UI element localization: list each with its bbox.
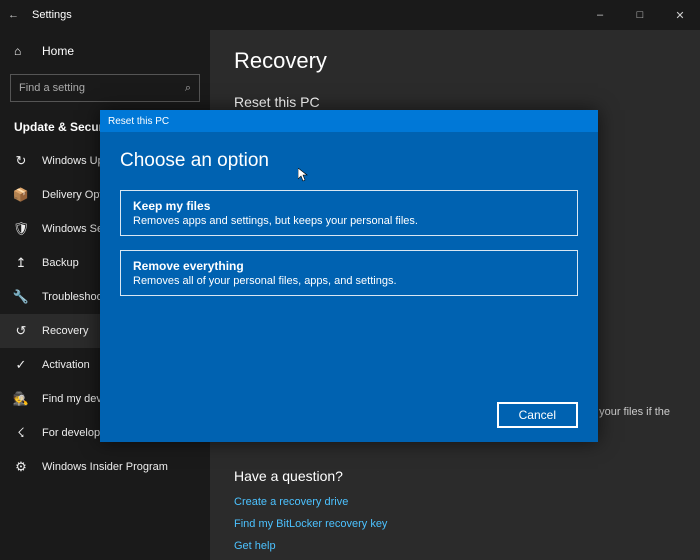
page-heading: Recovery (234, 48, 676, 74)
delivery-icon: 📦 (14, 187, 28, 203)
link-create-recovery-drive[interactable]: Create a recovery drive (234, 496, 676, 508)
maximize-button[interactable]: □ (620, 0, 660, 30)
sidebar-item-label: Troubleshoot (42, 291, 106, 303)
option-title: Remove everything (133, 259, 565, 273)
recovery-icon: ↺ (14, 323, 28, 339)
insider-icon: ⚙ (14, 459, 28, 475)
sidebar-item-windows-insider[interactable]: ⚙ Windows Insider Program (0, 450, 210, 484)
close-button[interactable]: ✕ (660, 0, 700, 30)
option-desc: Removes apps and settings, but keeps you… (133, 215, 565, 227)
check-icon: ✓ (14, 357, 28, 373)
window-titlebar: ← Settings – □ ✕ (0, 0, 700, 30)
cancel-button[interactable]: Cancel (497, 402, 578, 428)
code-icon: ☇ (14, 425, 28, 441)
back-icon[interactable]: ← (8, 9, 32, 21)
sidebar-item-label: Backup (42, 257, 79, 269)
home-label: Home (42, 44, 74, 58)
sync-icon: ↻ (14, 153, 28, 169)
minimize-button[interactable]: – (580, 0, 620, 30)
link-get-help[interactable]: Get help (234, 540, 676, 552)
option-title: Keep my files (133, 199, 565, 213)
backup-note-tail: your files if the (599, 406, 670, 418)
link-find-bitlocker-key[interactable]: Find my BitLocker recovery key (234, 518, 676, 530)
sidebar-item-label: Windows Insider Program (42, 461, 168, 473)
sidebar-item-label: Recovery (42, 325, 88, 337)
search-icon: ⌕ (185, 82, 191, 95)
search-input[interactable]: Find a setting ⌕ (10, 74, 200, 102)
sidebar-home[interactable]: ⌂ Home (0, 36, 210, 66)
page-subheading: Reset this PC (234, 94, 676, 110)
search-placeholder: Find a setting (19, 82, 85, 94)
option-keep-my-files[interactable]: Keep my files Removes apps and settings,… (120, 190, 578, 236)
window-title: Settings (32, 9, 580, 21)
dialog-title: Reset this PC (108, 116, 169, 127)
option-remove-everything[interactable]: Remove everything Removes all of your pe… (120, 250, 578, 296)
shield-icon: 🛡 (14, 221, 28, 237)
question-heading: Have a question? (234, 468, 676, 484)
home-icon: ⌂ (14, 44, 28, 58)
backup-icon: ↥ (14, 255, 28, 271)
location-icon: 🕵 (14, 391, 28, 407)
wrench-icon: 🔧 (14, 289, 28, 305)
reset-pc-dialog: Reset this PC Choose an option Keep my f… (100, 110, 598, 442)
sidebar-item-label: Activation (42, 359, 90, 371)
window-controls: – □ ✕ (580, 0, 700, 30)
dialog-heading: Choose an option (120, 150, 578, 172)
option-desc: Removes all of your personal files, apps… (133, 275, 565, 287)
dialog-titlebar: Reset this PC (100, 110, 598, 132)
